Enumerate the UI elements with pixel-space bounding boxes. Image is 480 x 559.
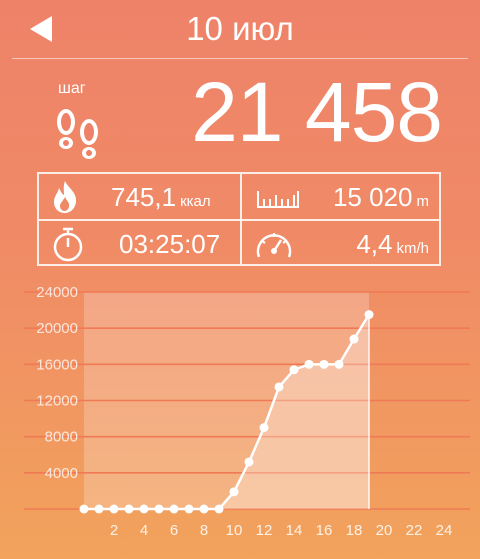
header: 10 июл: [0, 0, 480, 59]
chart-x-tick-label: 22: [406, 522, 423, 539]
chart-point: [184, 504, 194, 514]
steps-chart: 24000 20000 16000 12000 8000 4000 2 4 6 8 10 12 14 16…: [0, 280, 480, 559]
chart-y-tick-label: 8000: [45, 429, 78, 446]
chart-x-tick-label: 8: [200, 522, 208, 539]
stats-grid: 745,1 ккал 15 020 m 03:25:07 4,4 km/h: [37, 172, 441, 266]
chart-x-tick-label: 18: [346, 522, 363, 539]
chart-x-tick-label: 20: [376, 522, 393, 539]
chart-point: [319, 359, 329, 369]
speedometer-icon: [256, 233, 292, 258]
chart-x-tick-label: 6: [170, 522, 178, 539]
chart-y-tick-label: 12000: [36, 393, 78, 410]
chart-point: [199, 504, 209, 514]
flame-icon: [54, 181, 77, 213]
chart-point: [259, 423, 269, 433]
chart-point: [79, 504, 89, 514]
header-divider: [12, 58, 468, 59]
chart-y-tick-label: 4000: [45, 465, 78, 482]
chart-x-tick-label: 10: [226, 522, 243, 539]
chart-point: [274, 382, 284, 392]
ruler-icon: [257, 191, 299, 208]
distance-cell: 15 020 m: [242, 174, 441, 219]
chart-point: [364, 310, 374, 320]
chart-x-tick-label: 14: [286, 522, 303, 539]
chart-point: [289, 365, 299, 375]
stopwatch-icon: [53, 227, 83, 262]
chart-point: [229, 487, 239, 497]
chart-point: [94, 504, 104, 514]
calories-cell: 745,1 ккал: [39, 174, 239, 219]
page-title: 10 июл: [186, 10, 294, 47]
chart-x-tick-label: 16: [316, 522, 333, 539]
chart-point: [154, 504, 164, 514]
chart-point: [304, 359, 314, 369]
duration-value: 03:25:07: [119, 229, 221, 259]
chart-x-tick-label: 4: [140, 522, 148, 539]
duration-cell: 03:25:07: [39, 221, 239, 266]
chart-x-tick-label: 12: [256, 522, 273, 539]
distance-value: 15 020 m: [332, 182, 429, 212]
speed-value: 4,4 km/h: [356, 229, 429, 259]
chart-point: [124, 504, 134, 514]
steps-count: 21 458: [191, 65, 443, 159]
speed-cell: 4,4 km/h: [242, 221, 441, 266]
chart-point: [334, 359, 344, 369]
footprints-icon: [57, 109, 98, 159]
chart-point: [169, 504, 179, 514]
chart-point: [244, 457, 254, 467]
chart-y-tick-label: 16000: [36, 356, 78, 373]
chart-x-tick-label: 2: [110, 522, 118, 539]
chart-x-tick-label: 24: [436, 522, 453, 539]
chart-point: [109, 504, 119, 514]
chart-point: [349, 334, 359, 344]
chart-point: [214, 504, 224, 514]
chart-y-tick-label: 24000: [36, 284, 78, 301]
calories-value: 745,1 ккал: [111, 182, 211, 212]
steps-chart-svg: 24000200001600012000800040002 4 6 8 10 12 14 16…: [24, 284, 470, 539]
chart-point: [139, 504, 149, 514]
chart-y-tick-label: 20000: [36, 320, 78, 337]
